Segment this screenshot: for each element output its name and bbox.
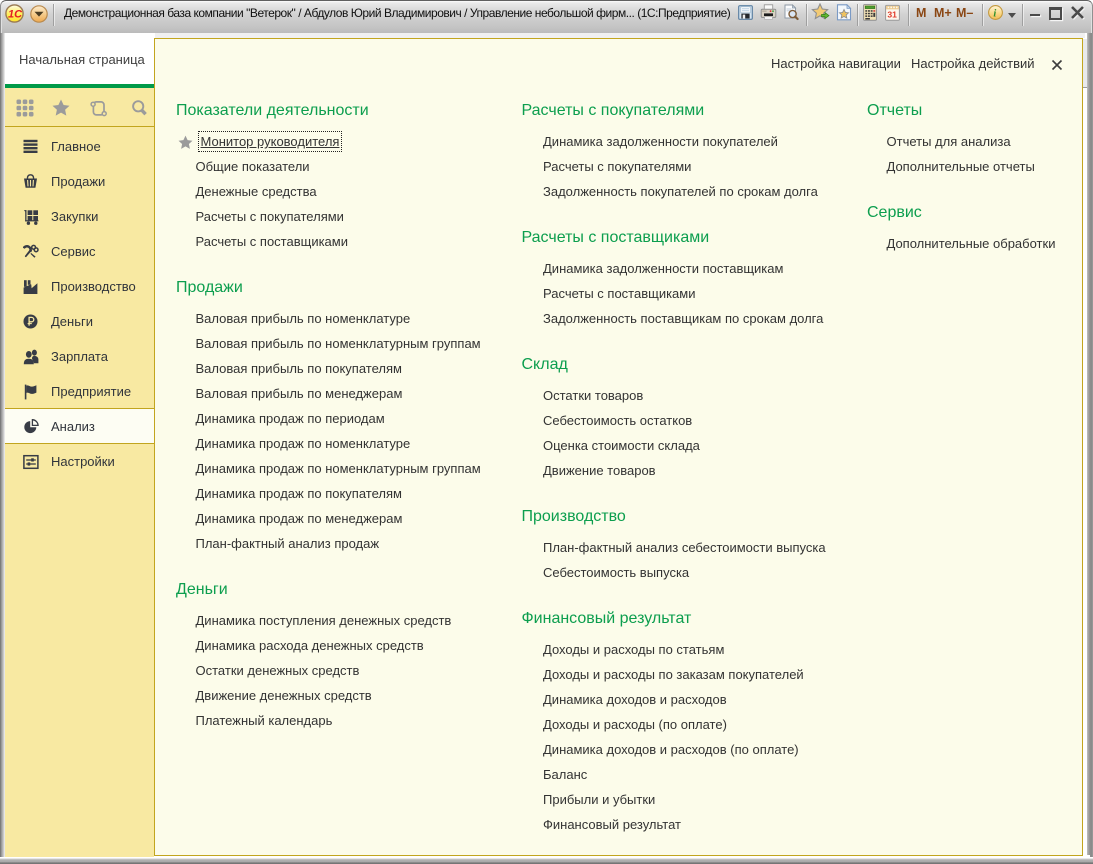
svg-text:1С: 1С bbox=[8, 9, 23, 21]
svg-text:i: i bbox=[993, 8, 996, 19]
svg-text:31: 31 bbox=[887, 10, 897, 20]
